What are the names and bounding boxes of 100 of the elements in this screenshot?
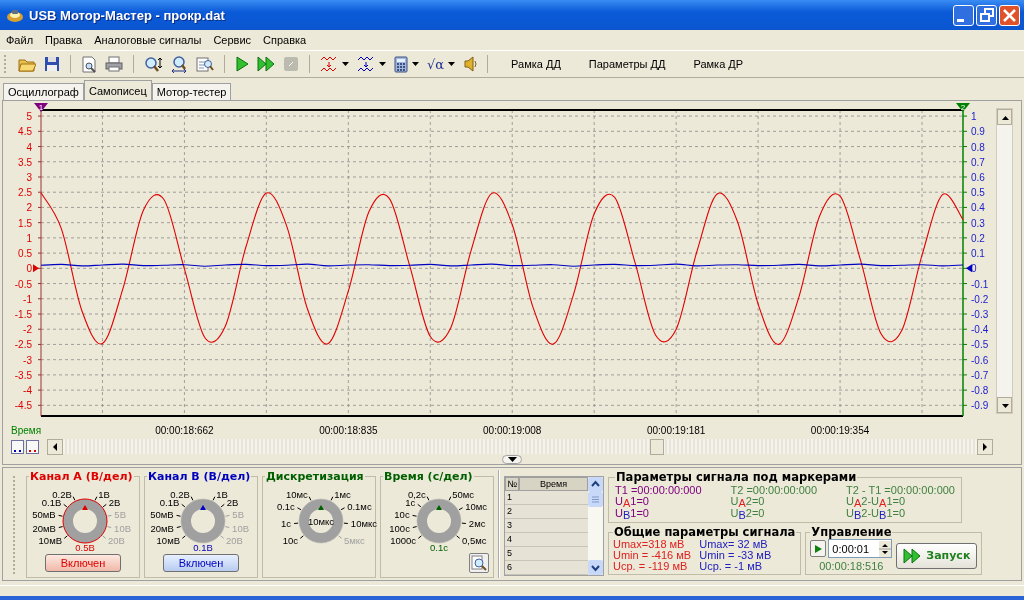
y-tick-label: -4.5: [14, 400, 32, 412]
horizontal-scrollbar[interactable]: [47, 439, 993, 454]
zoom-button[interactable]: [469, 553, 489, 573]
dial-value: 0.1с: [430, 542, 448, 553]
close-button[interactable]: [999, 4, 1020, 26]
toolbar-button[interactable]: Рамка ДД: [501, 58, 571, 70]
dial-label: 1мс: [334, 488, 351, 500]
channel-a-button[interactable]: [26, 439, 39, 454]
zoom-page-icon: [196, 55, 214, 73]
group-title: Дискретизация: [265, 470, 365, 483]
y-tick-label: -0.5: [971, 339, 989, 351]
scroll-up-icon: [997, 109, 1012, 125]
dial-label: 20мВ: [150, 522, 174, 534]
dropdown-caret-icon: [448, 62, 456, 66]
dial-knob[interactable]: [298, 498, 344, 544]
stop-icon: [283, 56, 299, 72]
play-icon: [814, 544, 822, 553]
scroll-thumb-icon[interactable]: [588, 492, 603, 507]
time-marker-flag[interactable]: 2: [956, 103, 970, 112]
y-tick-label: -0.7: [971, 369, 989, 381]
dial-value: 0.1В: [193, 542, 213, 553]
y-tick-label: 1.5: [18, 217, 32, 229]
dial-value: 10мкс: [307, 516, 335, 527]
dial-value: 0.5В: [75, 542, 95, 553]
minimize-button[interactable]: [953, 4, 974, 26]
zero-level-marker-icon[interactable]: [33, 264, 39, 273]
dial-label: 10В: [232, 522, 249, 534]
table-cell: [519, 547, 588, 561]
dial-label: 1с: [281, 518, 292, 530]
scroll-down-icon: [588, 560, 603, 575]
zoom-vertical-icon: [144, 55, 162, 73]
y-tick-label: -2.5: [14, 339, 32, 351]
print-preview-icon: [81, 55, 97, 73]
y-tick-label: -3.5: [14, 369, 32, 381]
row-number: 4: [505, 533, 519, 547]
restore-button[interactable]: [976, 4, 997, 26]
y-tick-label: -0.5: [14, 278, 32, 290]
dial-label: 10В: [114, 522, 131, 534]
table-scrollbar[interactable]: [588, 477, 603, 575]
dial-label: 1000с: [390, 534, 416, 546]
tab[interactable]: Самописец: [83, 80, 152, 100]
dial-label: 2В: [108, 497, 121, 509]
y-tick-label: 0.1: [971, 248, 985, 260]
parameter-value: Umin = -33 мВ: [699, 550, 772, 561]
dial-label: 0,5мс: [462, 534, 487, 546]
time-marker-flag[interactable]: 1: [34, 103, 48, 112]
dial-label: 50мс: [452, 488, 474, 500]
formula-button[interactable]: √α: [424, 53, 459, 75]
table-cell: [519, 519, 588, 533]
collapse-button[interactable]: [502, 455, 522, 464]
fast-forward-icon: [903, 547, 922, 564]
dial-label: 10мс: [465, 500, 487, 512]
menu-item[interactable]: Справка: [259, 34, 315, 46]
calculator-icon: [394, 55, 408, 73]
y-tick-label: 2.5: [18, 187, 32, 199]
window-title: USB Мотор-Мастер - прокр.dat: [29, 7, 226, 23]
tab[interactable]: Мотор-тестер: [151, 83, 232, 100]
y-tick-label: 1: [971, 111, 977, 123]
dial-label: 0.1В: [41, 497, 62, 509]
y-tick-label: -3: [23, 354, 32, 366]
menu-item[interactable]: Аналоговые сигналы: [90, 34, 210, 46]
y-tick-label: -0.8: [971, 385, 989, 397]
channel-b-button[interactable]: [11, 439, 24, 454]
y-tick-label: -1: [23, 293, 32, 305]
menu-item[interactable]: Сервис: [209, 34, 260, 46]
dial-label: 2В: [226, 497, 239, 509]
x-tick-label: 00:00:19:008: [483, 425, 542, 436]
group-title: Управление: [810, 525, 893, 539]
table-cell: [519, 561, 588, 575]
magnifier-icon: [471, 555, 487, 571]
dial-knob[interactable]: [62, 498, 108, 544]
interval-spinbox[interactable]: 0:00:01: [828, 539, 893, 558]
collapse-icon: [507, 457, 517, 462]
dial-label: 1с: [405, 497, 416, 509]
toolbar-button[interactable]: [391, 53, 422, 75]
play-button[interactable]: [810, 540, 827, 557]
parameter-value: Uср. = -1 мВ: [699, 561, 764, 572]
enable-button[interactable]: Включен: [163, 554, 239, 572]
row-number: 3: [505, 519, 519, 533]
dial-label: 2мс: [468, 518, 486, 530]
parameter-value: T1 =00:00:00:000: [615, 484, 702, 496]
dial-label: 5В: [232, 509, 244, 521]
menu-item[interactable]: Файл: [2, 34, 42, 46]
y-tick-label: 0.4: [971, 202, 985, 214]
dial-label: 20В: [108, 534, 125, 546]
play-icon: [235, 56, 249, 72]
scroll-left-icon: [47, 438, 63, 455]
close-icon: [1003, 8, 1016, 22]
toolbar-button[interactable]: Рамка ДР: [683, 58, 754, 70]
enable-button[interactable]: Включен: [45, 554, 121, 572]
toolbar-button[interactable]: Параметры ДД: [578, 58, 676, 70]
menu-item[interactable]: Правка: [41, 34, 91, 46]
dial-label: 0.2В: [52, 488, 72, 500]
zero-level-marker-icon[interactable]: [966, 264, 972, 273]
tab[interactable]: Осциллограф: [3, 83, 84, 100]
app-logo-icon: [6, 7, 24, 23]
scroll-thumb[interactable]: [650, 439, 664, 455]
vertical-scrollbar[interactable]: [996, 108, 1013, 414]
start-button[interactable]: Запуск: [896, 542, 978, 569]
elapsed-time: 00:00:18:516: [819, 560, 884, 572]
